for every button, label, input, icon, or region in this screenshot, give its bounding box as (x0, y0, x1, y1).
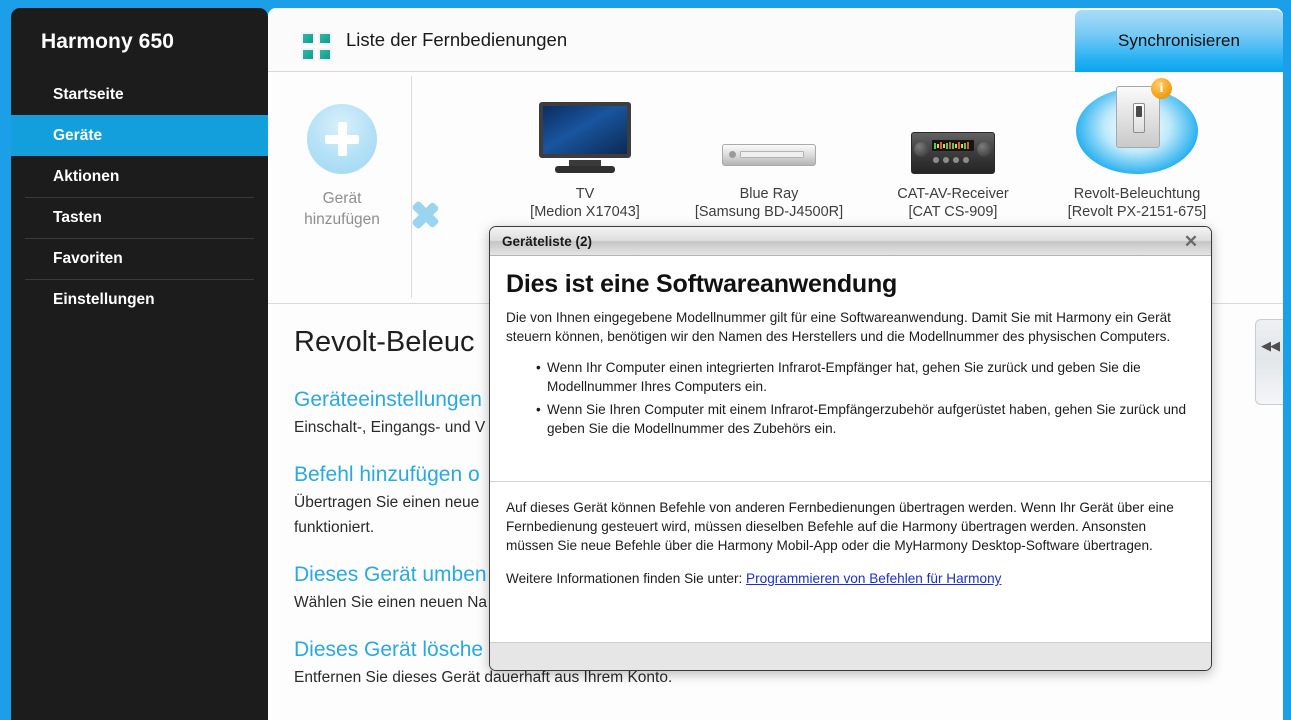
device-name: CAT-AV-Receiver (861, 186, 1045, 203)
dialog-more-info: Weitere Informationen finden Sie unter: … (506, 569, 1195, 588)
grid-icon-cell (318, 32, 332, 45)
page-title: Liste der Fernbedienungen (346, 8, 567, 72)
av-receiver-icon (861, 82, 1045, 174)
device-list: TV [Medion X17043] Blue Ray [Samsung BD-… (493, 82, 1283, 221)
device-name: Revolt-Beleuchtung (1045, 186, 1229, 203)
dialog-paragraph: Die von Ihnen eingegebene Modellnummer g… (506, 308, 1195, 346)
topbar: Liste der Fernbedienungen Synchronisiere… (268, 8, 1283, 72)
programming-commands-link[interactable]: Programmieren von Befehlen für Harmony (746, 571, 1001, 586)
dialog-titlebar: Geräteliste (2) ✕ (490, 227, 1211, 256)
grid-icon-cell (318, 48, 332, 61)
sidebar-item-favoriten[interactable]: Favoriten (11, 238, 268, 279)
collapse-panel-tab[interactable]: ◀◀ (1255, 319, 1283, 405)
dialog-bullet: Wenn Ihr Computer einen integrierten Inf… (536, 358, 1195, 396)
device-card-revolt-beleuchtung[interactable]: i Revolt-Beleuchtung [Revolt PX-2151-675… (1045, 82, 1229, 221)
sidebar-item-geraete[interactable]: Geräte (11, 115, 268, 156)
sidebar: Harmony 650 Startseite Geräte Aktionen T… (11, 8, 268, 720)
dialog-footer (490, 642, 1211, 670)
plus-icon (307, 104, 377, 174)
bluray-player-icon (677, 82, 861, 174)
sidebar-item-aktionen[interactable]: Aktionen (11, 156, 268, 197)
tv-icon (493, 82, 677, 174)
dialog-lower-section: Auf dieses Gerät können Befehle von ande… (490, 482, 1211, 642)
dialog-more-info-prefix: Weitere Informationen finden Sie unter: (506, 571, 742, 586)
device-card-blue-ray[interactable]: Blue Ray [Samsung BD-J4500R] (677, 82, 861, 221)
grid-icon (301, 32, 333, 62)
device-model: [Revolt PX-2151-675] (1045, 203, 1229, 221)
dialog-bullet-list: Wenn Ihr Computer einen integrierten Inf… (536, 358, 1195, 438)
sidebar-nav: Startseite Geräte Aktionen Tasten Favori… (11, 74, 268, 320)
dialog-upper-section: Dies ist eine Softwareanwendung Die von … (490, 256, 1211, 482)
device-list-dialog: Geräteliste (2) ✕ Dies ist eine Software… (489, 226, 1212, 671)
application-window: Harmony 650 Startseite Geräte Aktionen T… (0, 0, 1291, 720)
grid-icon-cell (301, 32, 315, 45)
add-device-line1: Gerät (272, 188, 412, 209)
sidebar-item-einstellungen[interactable]: Einstellungen (11, 279, 268, 320)
sidebar-item-startseite[interactable]: Startseite (11, 74, 268, 115)
synchronize-button[interactable]: Synchronisieren (1075, 10, 1283, 72)
dialog-lower-paragraph: Auf dieses Gerät können Befehle von ande… (506, 498, 1195, 555)
device-model: [CAT CS-909] (861, 203, 1045, 221)
info-badge-icon: i (1151, 78, 1172, 99)
dialog-bullet: Wenn Sie Ihren Computer mit einem Infrar… (536, 400, 1195, 438)
add-device-button[interactable]: Gerät hinzufügen (272, 72, 412, 288)
chevron-left-icon[interactable] (430, 192, 464, 232)
device-model: [Samsung BD-J4500R] (677, 203, 861, 221)
chevron-double-left-icon: ◀◀ (1261, 338, 1279, 354)
strip-divider (411, 76, 412, 298)
add-device-label: Gerät hinzufügen (272, 188, 412, 230)
grid-icon-cell (301, 48, 315, 61)
sidebar-item-label: Startseite (53, 86, 124, 103)
sidebar-item-label: Favoriten (53, 250, 123, 267)
sidebar-item-label: Geräte (53, 127, 102, 144)
sidebar-item-label: Tasten (53, 209, 102, 226)
brand-title: Harmony 650 (11, 8, 268, 74)
device-name: TV (493, 186, 677, 203)
close-icon[interactable]: ✕ (1179, 227, 1203, 256)
sidebar-item-label: Aktionen (53, 168, 119, 185)
add-device-line2: hinzufügen (272, 209, 412, 230)
device-model: [Medion X17043] (493, 203, 677, 221)
device-card-tv[interactable]: TV [Medion X17043] (493, 82, 677, 221)
device-card-av-receiver[interactable]: CAT-AV-Receiver [CAT CS-909] (861, 82, 1045, 221)
device-name: Blue Ray (677, 186, 861, 203)
light-switch-icon: i (1045, 82, 1229, 174)
sidebar-item-tasten[interactable]: Tasten (11, 197, 268, 238)
sidebar-item-label: Einstellungen (53, 291, 155, 308)
dialog-title: Geräteliste (2) (502, 227, 592, 256)
dialog-heading: Dies ist eine Softwareanwendung (506, 270, 1195, 299)
